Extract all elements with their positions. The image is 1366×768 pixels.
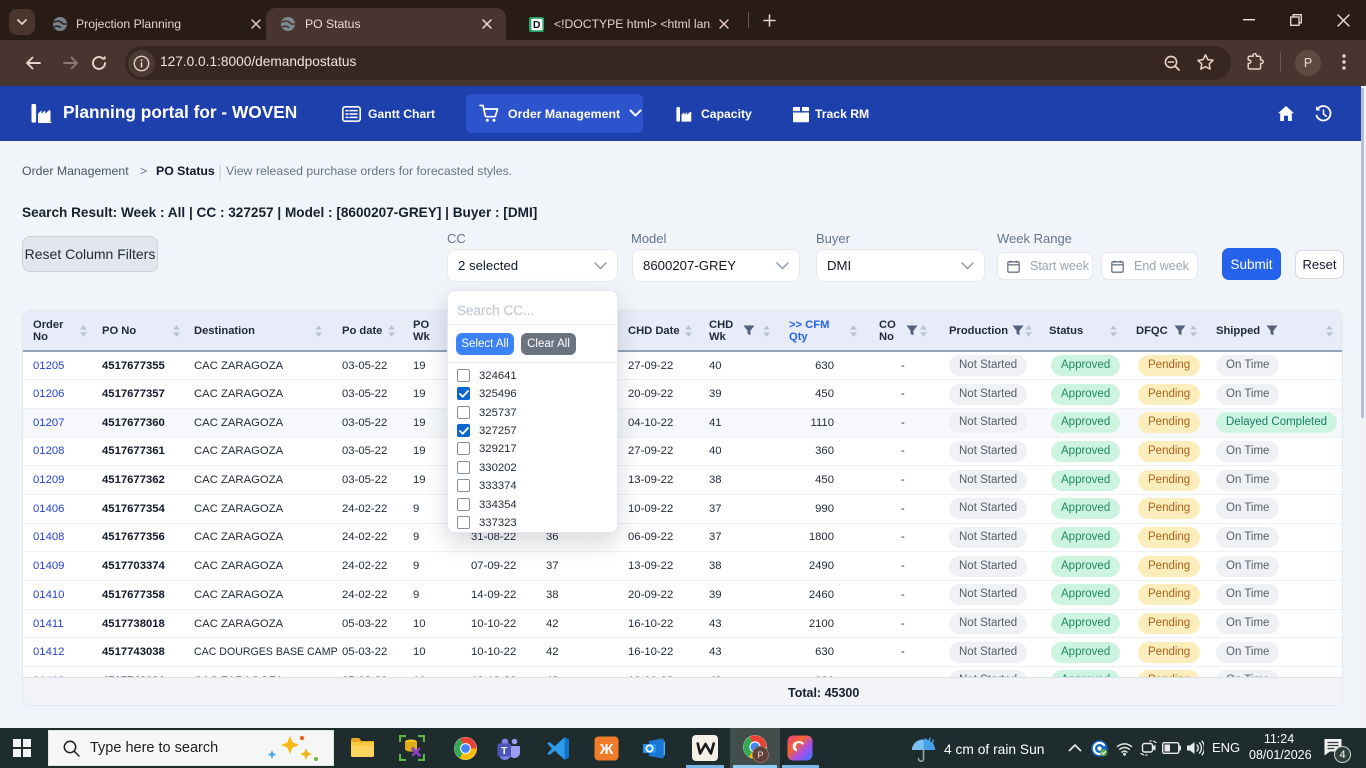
svg-text:Ж: Ж bbox=[599, 741, 614, 758]
svg-text:D: D bbox=[533, 19, 541, 31]
svg-text:T: T bbox=[501, 746, 507, 757]
